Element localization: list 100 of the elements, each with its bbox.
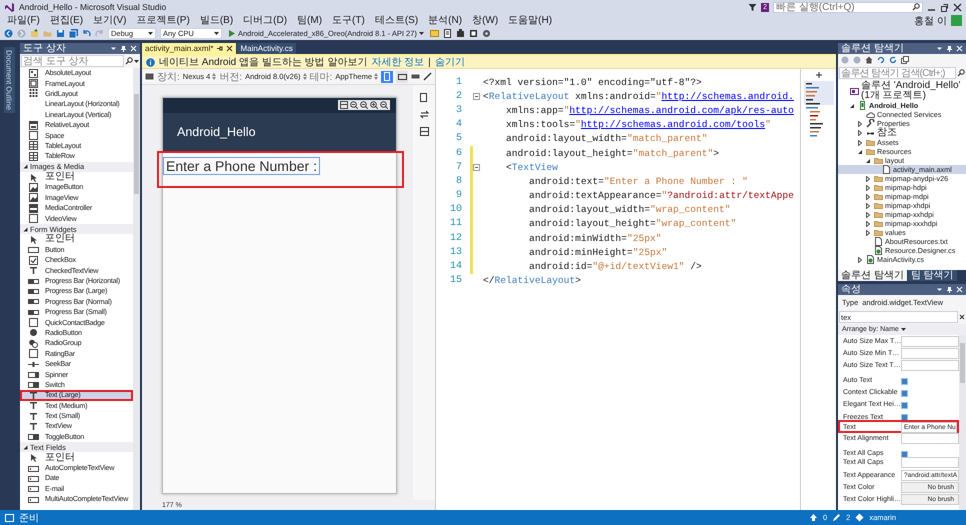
back-icon[interactable] xyxy=(4,29,13,38)
collapsed-arrow-icon[interactable] xyxy=(857,256,863,262)
clear-icon[interactable] xyxy=(959,314,965,320)
menu-item[interactable]: 편집(E) xyxy=(46,14,86,26)
search-icon[interactable] xyxy=(957,69,965,77)
toolbox-item[interactable]: 포인터 xyxy=(20,452,133,463)
pin-icon[interactable] xyxy=(120,45,127,52)
dropdown-icon[interactable] xyxy=(110,45,117,52)
checkbox[interactable] xyxy=(901,450,908,458)
swap-icon[interactable] xyxy=(420,110,428,119)
scrollbar[interactable] xyxy=(133,68,140,510)
dropdown-icon[interactable] xyxy=(936,286,943,293)
refresh-icon[interactable] xyxy=(889,56,897,64)
zoom-out-icon[interactable] xyxy=(350,101,358,109)
pin-icon[interactable] xyxy=(946,45,953,52)
collapsed-arrow-icon[interactable] xyxy=(865,176,871,182)
search-icon[interactable] xyxy=(912,3,920,11)
checkbox[interactable] xyxy=(901,402,908,409)
undo-icon[interactable] xyxy=(82,29,91,38)
layout-icon[interactable] xyxy=(411,73,420,80)
collapsed-arrow-icon[interactable] xyxy=(865,212,871,218)
new-project-icon[interactable] xyxy=(30,29,39,38)
menu-item[interactable]: 테스트(S) xyxy=(372,14,422,26)
property-field[interactable] xyxy=(901,360,959,371)
menu-item[interactable]: 도움말(H) xyxy=(505,14,556,26)
filter-icon[interactable] xyxy=(748,2,758,12)
document-tab[interactable]: activity_main.axml* xyxy=(142,43,236,54)
expanded-arrow-icon[interactable] xyxy=(865,158,871,164)
save-all-icon[interactable] xyxy=(69,29,78,38)
property-field[interactable] xyxy=(901,457,959,468)
home-icon[interactable] xyxy=(865,56,873,64)
portrait-button[interactable] xyxy=(381,70,393,82)
panel-icon[interactable] xyxy=(420,127,428,136)
expanded-arrow-icon[interactable] xyxy=(857,148,863,154)
pen-icon[interactable] xyxy=(423,72,432,81)
dropdown-icon[interactable] xyxy=(936,45,943,52)
text-view[interactable]: Enter a Phone Number : xyxy=(163,157,320,175)
collapsed-arrow-icon[interactable] xyxy=(865,202,871,208)
document-icon[interactable] xyxy=(420,93,428,102)
sync-icon[interactable] xyxy=(877,56,885,64)
code-link[interactable]: http://schemas.android. xyxy=(662,90,794,102)
menu-item[interactable]: 파일(F) xyxy=(4,14,43,26)
checkbox[interactable] xyxy=(901,390,908,397)
hide-link[interactable]: 숨기기 xyxy=(434,55,465,69)
checkbox[interactable] xyxy=(901,378,908,385)
restore-icon[interactable] xyxy=(940,2,949,12)
split-icon[interactable] xyxy=(814,71,824,79)
menu-item[interactable]: 팀(M) xyxy=(294,14,326,26)
save-icon[interactable] xyxy=(56,29,65,38)
collapse-icon[interactable] xyxy=(473,92,480,100)
menu-item[interactable]: 도구(T) xyxy=(329,14,368,26)
landscape-button[interactable] xyxy=(396,70,408,82)
collapsed-arrow-icon[interactable] xyxy=(865,184,871,190)
frame-icon xyxy=(28,79,39,88)
solution-search-field[interactable]: 솔루션 탐색기 검색(Ctrl+;) xyxy=(839,67,956,79)
device-log-icon[interactable] xyxy=(442,29,452,38)
close-icon[interactable] xyxy=(953,2,962,12)
zoom-out-icon[interactable] xyxy=(380,101,388,109)
collapsed-arrow-icon[interactable] xyxy=(857,130,863,136)
scrollbar[interactable] xyxy=(959,335,966,510)
learn-more-link[interactable]: 자세한 정보 xyxy=(371,55,424,69)
menu-item[interactable]: 분석(N) xyxy=(425,14,466,26)
panel-tab[interactable]: 솔루션 탐색기 xyxy=(838,270,907,281)
code-link[interactable]: http://schemas.android.com/apk/res-auto xyxy=(569,104,794,116)
menu-item[interactable]: 디버그(D) xyxy=(240,14,290,26)
collapsed-arrow-icon[interactable] xyxy=(865,220,871,226)
property-field[interactable] xyxy=(901,348,959,359)
fit-icon[interactable] xyxy=(340,101,348,109)
menu-item[interactable]: 보기(V) xyxy=(90,14,130,26)
collapsed-arrow-icon[interactable] xyxy=(857,120,863,126)
zoom-in-icon[interactable] xyxy=(370,101,378,109)
panel-tab[interactable]: 팀 탐색기 xyxy=(908,270,957,281)
search-icon[interactable] xyxy=(125,57,133,65)
document-tab[interactable]: MainActivity.cs xyxy=(237,43,296,54)
collapsed-arrow-icon[interactable] xyxy=(865,230,871,236)
code-link[interactable]: http://schemas.android.com/tools xyxy=(580,119,766,130)
emulator-icon[interactable] xyxy=(468,29,478,38)
tree-item[interactable]: 솔루션 'Android_Hello' (1개 프로젝트) xyxy=(838,81,966,101)
toolbox-search-field[interactable]: 검색 도구 상자 xyxy=(21,55,124,67)
toolbox-item[interactable]: 포인터 xyxy=(20,172,133,182)
collapsed-arrow-icon[interactable] xyxy=(857,140,863,146)
quick-launch-field[interactable]: 빠른 실행(Ctrl+Q) xyxy=(773,2,923,12)
menu-item[interactable]: 프로젝트(P) xyxy=(133,14,193,26)
user-name[interactable]: 홍철 이 xyxy=(914,14,947,28)
collapse-icon[interactable] xyxy=(473,164,480,171)
sdk-manager-icon[interactable] xyxy=(456,29,465,38)
pin-icon[interactable] xyxy=(946,286,953,293)
collapse-all-icon[interactable] xyxy=(901,56,909,64)
pin-icon[interactable] xyxy=(216,45,224,52)
property-field[interactable] xyxy=(901,433,959,444)
tree-item[interactable]: 참조 xyxy=(838,128,966,138)
toolbox-item[interactable]: 포인터 xyxy=(20,234,133,245)
gear-icon[interactable] xyxy=(482,29,491,38)
menu-item[interactable]: 창(W) xyxy=(469,14,502,26)
menu-item[interactable]: 빌드(B) xyxy=(196,14,236,26)
property-field[interactable] xyxy=(901,336,959,347)
collapsed-arrow-icon[interactable] xyxy=(865,194,871,200)
close-icon[interactable] xyxy=(226,45,234,52)
expanded-arrow-icon[interactable] xyxy=(849,102,855,108)
zoom-out-icon[interactable] xyxy=(360,101,368,109)
